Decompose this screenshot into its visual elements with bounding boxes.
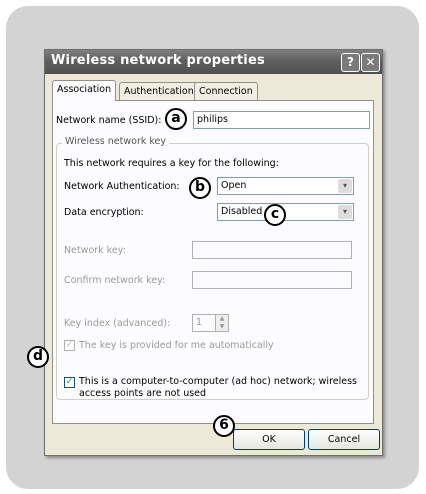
chevron-down-icon[interactable]: ▾	[338, 179, 352, 193]
ssid-input[interactable]: philips	[193, 111, 370, 129]
key-required-text: This network requires a key for the foll…	[64, 158, 279, 169]
callout-6: 6	[213, 415, 235, 437]
key-index-input[interactable]: 1	[192, 314, 216, 332]
ok-button[interactable]: OK	[233, 429, 305, 450]
tab-authentication[interactable]: Authentication	[119, 82, 199, 101]
callout-a: a	[165, 108, 187, 130]
ssid-label: Network name (SSID):	[56, 115, 162, 126]
key-index-label: Key index (advanced):	[64, 318, 171, 329]
encryption-select-value: Disabled	[221, 206, 263, 217]
adhoc-checkbox[interactable]: ✓	[64, 377, 75, 388]
wireless-properties-dialog: Wireless network properties ? ✕ Associat…	[44, 49, 383, 456]
auto-key-label: The key is provided for me automatically	[79, 340, 274, 351]
network-key-input[interactable]	[192, 241, 352, 259]
close-button[interactable]: ✕	[361, 53, 380, 72]
network-key-label: Network key:	[64, 245, 126, 256]
auth-label: Network Authentication:	[64, 181, 180, 192]
encryption-label: Data encryption:	[64, 207, 144, 218]
spin-up-icon[interactable]: ▲	[216, 315, 228, 323]
confirm-key-input[interactable]	[192, 271, 352, 289]
title-bar[interactable]: Wireless network properties ? ✕	[45, 50, 382, 74]
adhoc-label-line1: This is a computer-to-computer (ad hoc) …	[79, 376, 357, 387]
help-button[interactable]: ?	[341, 53, 360, 72]
tab-association[interactable]: Association	[52, 80, 117, 101]
auth-select[interactable]: Open ▾	[217, 177, 354, 195]
dialog-title: Wireless network properties	[51, 53, 265, 68]
cancel-button[interactable]: Cancel	[308, 429, 380, 450]
adhoc-label-line2: access points are not used	[79, 388, 207, 399]
auth-select-value: Open	[221, 180, 247, 191]
tab-connection[interactable]: Connection	[194, 82, 258, 101]
callout-b: b	[189, 177, 211, 199]
chevron-down-icon[interactable]: ▾	[338, 205, 352, 219]
key-index-stepper[interactable]: ▲ ▼	[215, 314, 229, 332]
callout-c: c	[264, 204, 286, 226]
wireless-key-group-title: Wireless network key	[62, 136, 169, 147]
callout-d: d	[27, 346, 49, 368]
auto-key-checkbox[interactable]: ✓	[64, 340, 75, 351]
spin-down-icon[interactable]: ▼	[216, 323, 228, 331]
confirm-key-label: Confirm network key:	[64, 275, 166, 286]
